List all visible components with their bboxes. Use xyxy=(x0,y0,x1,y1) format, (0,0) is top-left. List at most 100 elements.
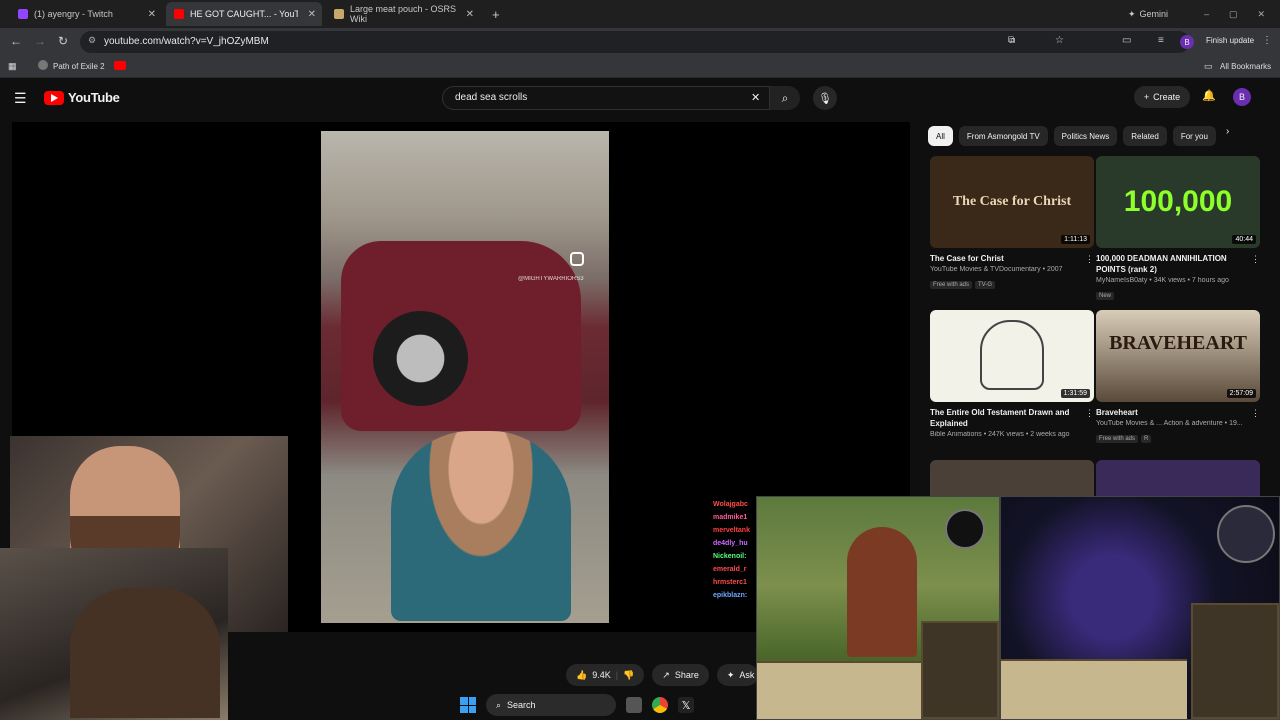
reload-icon[interactable]: ↻ xyxy=(58,34,68,48)
back-icon[interactable]: ← xyxy=(10,34,22,48)
recommendation-card[interactable]: BRAVEHEART 2:57:09 Braveheart YouTube Mo… xyxy=(1096,310,1260,445)
instagram-handle: @MIGHTYWARRIORS3 xyxy=(518,276,584,282)
forward-icon[interactable]: → xyxy=(34,34,46,48)
webcam-secondary-overlay xyxy=(0,548,228,720)
chip-for-you[interactable]: For you xyxy=(1172,126,1216,146)
video-thumbnail[interactable]: 100,000 40:44 xyxy=(1096,156,1260,248)
side-panel-icon[interactable]: ▭ xyxy=(1122,35,1131,46)
close-icon[interactable]: ✕ xyxy=(148,9,156,20)
all-bookmarks[interactable]: All Bookmarks xyxy=(1220,62,1271,71)
video-thumbnail[interactable]: 1:31:59 xyxy=(930,310,1094,402)
minimize-icon[interactable]: – xyxy=(1204,9,1209,19)
close-icon[interactable]: ✕ xyxy=(308,9,316,20)
menu-kebab-icon[interactable]: ⋮ xyxy=(1262,35,1272,46)
like-count[interactable]: 9.4K xyxy=(592,670,611,680)
omnibox[interactable]: ⚙ youtube.com/watch?v=V_jhOZyMBM ⌕ ☆ xyxy=(80,31,1190,53)
star-icon[interactable]: ☆ xyxy=(1055,35,1064,46)
close-icon[interactable]: ✕ xyxy=(466,9,474,20)
create-button[interactable]: + Create xyxy=(1134,86,1190,108)
video-thumbnail[interactable]: The Case for Christ 1:11:13 xyxy=(930,156,1094,248)
video-title[interactable]: The Case for Christ xyxy=(930,253,1094,264)
clear-search-icon[interactable]: ✕ xyxy=(751,91,760,104)
task-view-icon[interactable] xyxy=(626,697,642,713)
chrome-icon[interactable] xyxy=(652,697,668,713)
chat-username: Wolajgabc xyxy=(713,501,748,508)
video-meta[interactable]: Bible Animations • 247K views • 2 weeks … xyxy=(930,431,1094,438)
tab-youtube[interactable]: HE GOT CAUGHT... - YouTube ✕ xyxy=(166,2,322,26)
site-info-icon[interactable]: ⚙ xyxy=(88,35,96,46)
close-window-icon[interactable]: ✕ xyxy=(1258,9,1266,20)
ask-label: Ask xyxy=(739,670,755,680)
minimap-image xyxy=(945,509,985,549)
instagram-icon xyxy=(570,252,584,266)
recommendation-card[interactable]: 100,000 40:44 100,000 DEADMAN ANNIHILATI… xyxy=(1096,156,1260,302)
finish-update-button[interactable]: Finish update xyxy=(1206,36,1254,45)
windows-start-icon[interactable] xyxy=(460,697,476,713)
video-meta[interactable]: MyNameIsB0aty • 34K views • 7 hours ago xyxy=(1096,277,1260,284)
video-thumbnail[interactable] xyxy=(930,460,1094,496)
recommendation-card[interactable]: 1:31:59 The Entire Old Testament Drawn a… xyxy=(930,310,1094,438)
chip-all[interactable]: All xyxy=(928,126,953,146)
video-title[interactable]: Braveheart xyxy=(1096,407,1260,418)
youtube-favicon-icon xyxy=(174,9,184,19)
video-thumbnail[interactable] xyxy=(1096,460,1260,496)
share-button[interactable]: ↗ Share xyxy=(652,664,709,686)
chip-from-asmongold[interactable]: From Asmongold TV xyxy=(958,126,1048,146)
x-app-icon[interactable]: 𝕏 xyxy=(678,697,694,713)
maximize-icon[interactable]: ▢ xyxy=(1229,9,1238,20)
more-options-icon[interactable]: ⋮ xyxy=(1251,408,1260,419)
apps-grid-icon[interactable]: ▦ xyxy=(8,61,17,72)
ask-button[interactable]: ✦ Ask xyxy=(716,664,759,686)
chip-politics-news[interactable]: Politics News xyxy=(1053,126,1118,146)
video-title[interactable]: The Entire Old Testament Drawn and Expla… xyxy=(930,407,1094,429)
more-options-icon[interactable]: ⋮ xyxy=(1085,254,1094,265)
more-options-icon[interactable]: ⋮ xyxy=(1085,408,1094,419)
youtube-logo[interactable]: YouTube xyxy=(44,90,120,105)
tab-twitch[interactable]: (1) ayengry - Twitch ✕ xyxy=(10,2,162,26)
dislike-icon[interactable]: 👎 xyxy=(623,670,634,681)
chevron-right-icon[interactable]: › xyxy=(1226,126,1229,146)
tab-label: (1) ayengry - Twitch xyxy=(34,9,113,19)
like-dislike-group: 👍 9.4K | 👎 xyxy=(566,664,645,686)
gemini-button[interactable]: ✦ Gemini xyxy=(1120,2,1180,26)
search-button[interactable]: ⌕ xyxy=(770,86,800,110)
gemini-icon: ✦ xyxy=(1128,8,1136,19)
search-input[interactable]: dead sea scrolls ✕ xyxy=(442,86,770,110)
video-title[interactable]: 100,000 DEADMAN ANNIHILATION POINTS (ran… xyxy=(1096,253,1260,275)
more-options-icon[interactable]: ⋮ xyxy=(1251,254,1260,265)
youtube-bookmark-icon[interactable] xyxy=(114,61,126,70)
browser-tab-bar: (1) ayengry - Twitch ✕ HE GOT CAUGHT... … xyxy=(0,0,1280,28)
youtube-avatar[interactable]: B xyxy=(1233,88,1251,106)
folder-icon: ▭ xyxy=(1204,61,1213,71)
video-meta[interactable]: YouTube Movies & ... Action & adventure … xyxy=(1096,420,1260,427)
video-frame[interactable]: @MIGHTYWARRIORS3 xyxy=(321,131,609,623)
taskbar-search[interactable]: ⌕ Search xyxy=(486,694,616,716)
duration-badge: 2:57:09 xyxy=(1226,389,1256,398)
tab-osrs-wiki[interactable]: Large meat pouch - OSRS Wiki ✕ xyxy=(326,2,480,26)
wiki-icon xyxy=(334,9,344,19)
recommendation-card[interactable]: The Case for Christ 1:11:13 The Case for… xyxy=(930,156,1094,291)
divider: | xyxy=(615,670,619,680)
chip-related[interactable]: Related xyxy=(1123,126,1167,146)
duration-badge: 1:11:13 xyxy=(1061,235,1090,244)
game-client-overlay-left xyxy=(756,496,1000,720)
badge: Free with ads xyxy=(1096,435,1139,443)
new-tab-button[interactable]: + xyxy=(484,2,504,26)
hamburger-menu-icon[interactable]: ☰ xyxy=(14,90,27,107)
media-icon[interactable]: ≡ xyxy=(1158,35,1164,46)
voice-search-button[interactable]: 🎙 xyxy=(813,86,837,110)
like-icon[interactable]: 👍 xyxy=(576,670,587,681)
microphone-icon: 🎙 xyxy=(818,92,832,105)
extensions-icon[interactable]: ⧉ xyxy=(1008,35,1015,46)
twitch-icon xyxy=(18,9,28,19)
video-thumbnail[interactable]: BRAVEHEART 2:57:09 xyxy=(1096,310,1260,402)
video-meta[interactable]: YouTube Movies & TVDocumentary • 2007 xyxy=(930,266,1094,273)
profile-avatar[interactable]: B xyxy=(1180,35,1194,49)
youtube-header: ☰ YouTube dead sea scrolls ✕ ⌕ 🎙 + Creat… xyxy=(0,80,1280,116)
badge: New xyxy=(1096,292,1115,300)
bookmark-path-of-exile[interactable]: Path of Exile 2 xyxy=(53,62,105,71)
taskbar-search-label: Search xyxy=(507,700,536,710)
chat-username: epikblazn: xyxy=(713,592,748,599)
notifications-bell-icon[interactable]: 🔔 xyxy=(1202,89,1216,102)
plus-icon: + xyxy=(1143,92,1150,102)
